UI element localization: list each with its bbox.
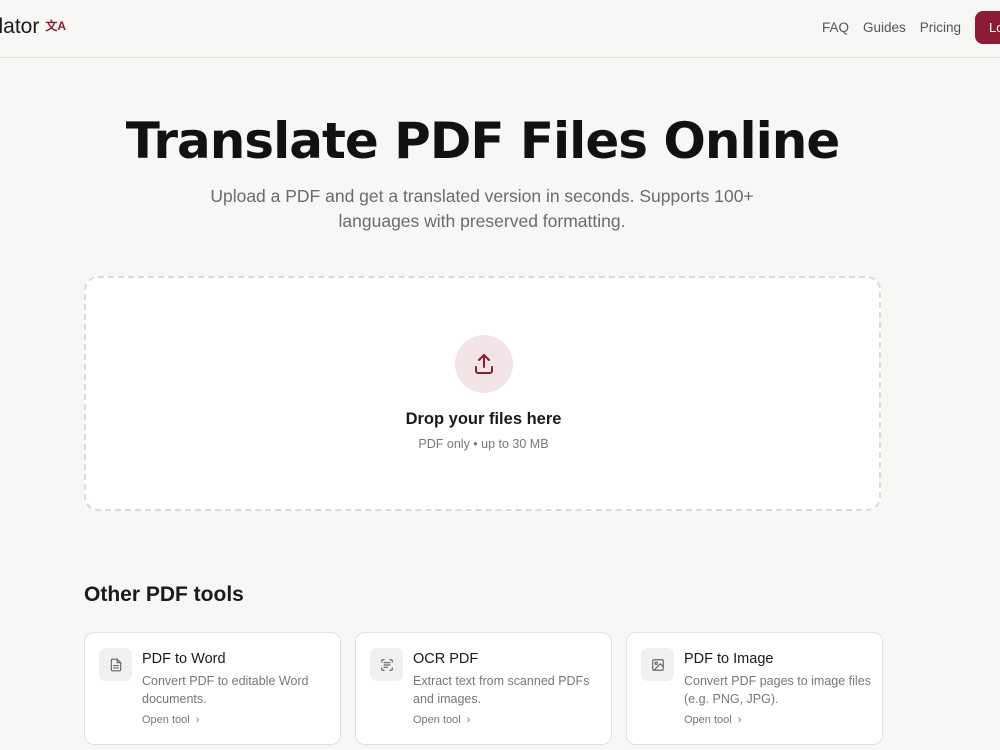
- open-tool-link[interactable]: Open tool ›: [142, 714, 199, 726]
- open-tool-label: Open tool: [413, 714, 461, 726]
- tool-title: PDF to Image: [684, 651, 774, 667]
- chevron-right-icon: ›: [737, 714, 742, 726]
- open-tool-label: Open tool: [142, 714, 190, 726]
- brand-name: slator: [0, 15, 40, 38]
- tool-description: Extract text from scanned PDFs and image…: [413, 674, 590, 706]
- tool-description: Convert PDF pages to image files (e.g. P…: [684, 674, 871, 706]
- open-tool-link[interactable]: Open tool ›: [684, 714, 741, 726]
- dropzone-hint: PDF only • up to 30 MB: [418, 437, 549, 451]
- upload-icon: [455, 335, 513, 393]
- tool-title: PDF to Word: [142, 651, 226, 667]
- file-dropzone[interactable]: Drop your files here PDF only • up to 30…: [84, 276, 881, 511]
- translate-icon: 文A: [45, 18, 67, 33]
- tool-title: OCR PDF: [413, 651, 479, 667]
- brand-logo[interactable]: slator 文A: [0, 15, 66, 39]
- nav-links: FAQ Guides Pricing Lo: [822, 11, 1000, 44]
- document-icon: [99, 648, 132, 681]
- tool-card-pdf-to-image[interactable]: PDF to Image Convert PDF pages to image …: [626, 632, 883, 745]
- login-button[interactable]: Lo: [975, 11, 1000, 44]
- nav-faq[interactable]: FAQ: [822, 20, 849, 35]
- nav-pricing[interactable]: Pricing: [920, 20, 961, 35]
- section-title: Other PDF tools: [84, 583, 244, 606]
- open-tool-label: Open tool: [684, 714, 732, 726]
- top-navbar: slator 文A FAQ Guides Pricing Lo: [0, 0, 1000, 58]
- nav-guides[interactable]: Guides: [863, 20, 906, 35]
- image-icon: [641, 648, 674, 681]
- tool-card-ocr-pdf[interactable]: OCR PDF Extract text from scanned PDFs a…: [355, 632, 612, 745]
- open-tool-link[interactable]: Open tool ›: [413, 714, 470, 726]
- chevron-right-icon: ›: [466, 714, 471, 726]
- scan-text-icon: [370, 648, 403, 681]
- page-subtitle: Upload a PDF and get a translated versio…: [210, 186, 754, 231]
- tool-description: Convert PDF to editable Word documents.: [142, 674, 309, 706]
- chevron-right-icon: ›: [195, 714, 200, 726]
- dropzone-title: Drop your files here: [405, 410, 562, 428]
- tool-card-pdf-to-word[interactable]: PDF to Word Convert PDF to editable Word…: [84, 632, 341, 745]
- page-title: Translate PDF Files Online: [125, 112, 841, 170]
